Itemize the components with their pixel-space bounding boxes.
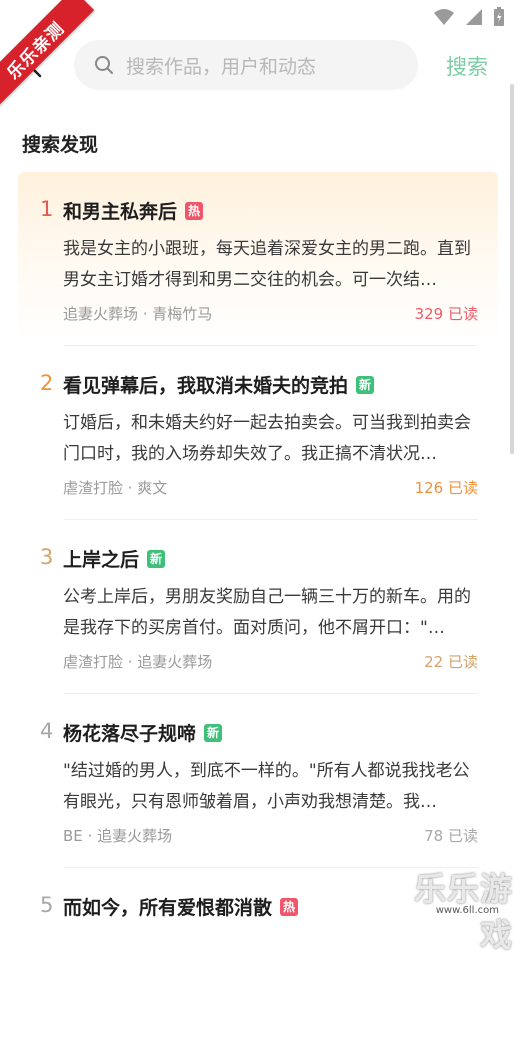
list-item[interactable]: 4 杨花落尽子规啼 新 "结过婚的男人，到底不一样的。"所有人都说我找老公有眼光… (18, 694, 498, 868)
rank-number: 3 (40, 545, 54, 569)
status-icons (433, 7, 505, 27)
site-watermark: 乐乐游戏 www.6ll.com (395, 864, 513, 954)
list-item[interactable]: 1 和男主私奔后 热 我是女主的小跟班，每天追着深爱女主的男二跑。直到男女主订婚… (18, 172, 498, 346)
search-icon (95, 56, 113, 74)
list-item[interactable]: 2 看见弹幕后，我取消未婚夫的竞拍 新 订婚后，和未婚夫约好一起去拍卖会。可当我… (18, 346, 498, 520)
rank-number: 1 (40, 197, 54, 221)
title-row: 上岸之后 新 (63, 545, 166, 572)
new-badge: 新 (147, 549, 166, 568)
item-tags: 虐渣打脸 · 爽文 (63, 479, 168, 497)
rank-number: 5 (40, 893, 54, 917)
search-button[interactable]: 搜索 (446, 51, 488, 81)
search-placeholder: 搜索作品，用户和动态 (126, 56, 317, 78)
new-badge: 新 (204, 723, 223, 742)
section-title: 搜索发现 (22, 134, 99, 156)
signal-icon (466, 9, 482, 25)
hot-badge: 热 (185, 201, 204, 220)
read-count: 22 已读 (424, 653, 478, 671)
item-description: "结过婚的男人，到底不一样的。"所有人都说我找老公有眼光，只有恩师皱着眉，小声劝… (63, 761, 470, 812)
search-header: 搜索作品，用户和动态 搜索 (0, 40, 517, 92)
read-count: 126 已读 (414, 479, 478, 497)
title-row: 而如今，所有爱恨都消散 热 (63, 893, 299, 920)
item-description: 我是女主的小跟班，每天追着深爱女主的男二跑。直到男女主订婚才得到和男二交往的机会… (63, 239, 471, 290)
item-tags: 虐渣打脸 · 追妻火葬场 (63, 653, 213, 671)
title-row: 看见弹幕后，我取消未婚夫的竞拍 新 (63, 371, 375, 398)
title-row: 杨花落尽子规啼 新 (63, 719, 223, 746)
read-count: 329 已读 (414, 305, 478, 323)
item-description: 订婚后，和未婚夫约好一起去拍卖会。可当我到拍卖会门口时，我的入场券却失效了。我正… (63, 413, 471, 464)
scrollbar[interactable] (510, 84, 514, 454)
rank-number: 2 (40, 371, 54, 395)
watermark-url: www.6ll.com (435, 905, 499, 916)
item-title: 和男主私奔后 (63, 201, 178, 223)
item-title: 上岸之后 (63, 549, 140, 571)
item-tags: BE · 追妻火葬场 (63, 827, 173, 845)
hot-badge: 热 (280, 897, 299, 916)
item-description: 公考上岸后，男朋友奖励自己一辆三十万的新车。用的是我存下的买房首付。面对质问，他… (63, 587, 471, 638)
battery-icon (494, 7, 504, 26)
wifi-icon (434, 9, 454, 25)
title-row: 和男主私奔后 热 (63, 197, 204, 224)
item-title: 而如今，所有爱恨都消散 (63, 897, 273, 919)
item-title: 看见弹幕后，我取消未婚夫的竞拍 (63, 375, 349, 397)
search-input[interactable]: 搜索作品，用户和动态 (74, 40, 418, 90)
rank-number: 4 (40, 719, 54, 743)
read-count: 78 已读 (424, 827, 478, 845)
list-item[interactable]: 3 上岸之后 新 公考上岸后，男朋友奖励自己一辆三十万的新车。用的是我存下的买房… (18, 520, 498, 694)
new-badge: 新 (356, 375, 375, 394)
item-tags: 追妻火葬场 · 青梅竹马 (63, 305, 213, 323)
item-title: 杨花落尽子规啼 (63, 723, 197, 745)
